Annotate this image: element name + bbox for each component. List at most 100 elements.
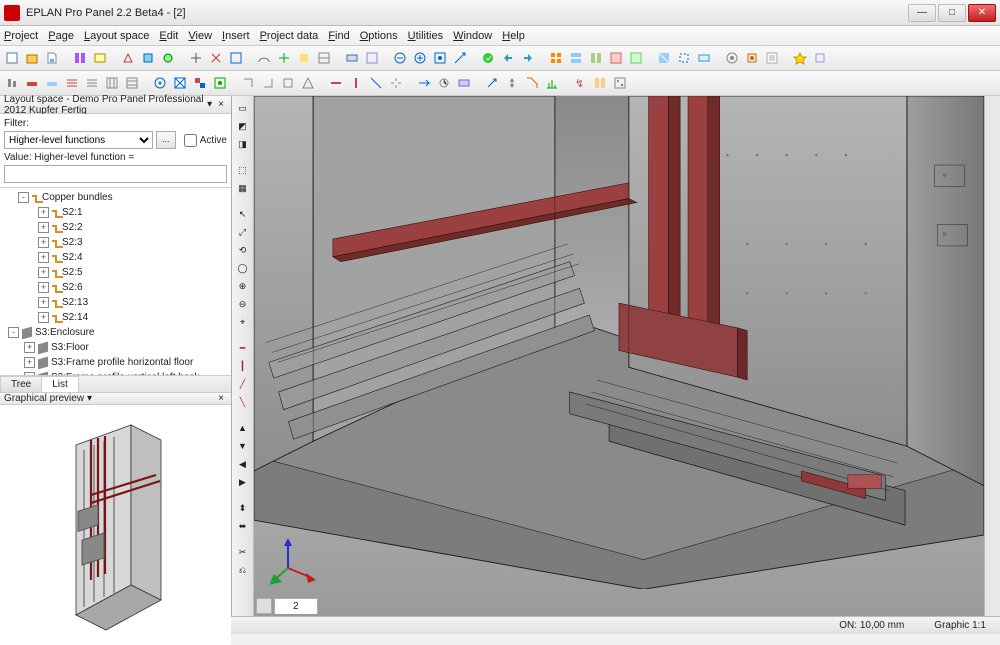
toolbar-button[interactable]: [743, 49, 761, 67]
toolbar-button[interactable]: [295, 49, 313, 67]
toolbar-button[interactable]: [543, 74, 561, 92]
expand-icon[interactable]: +: [38, 252, 49, 263]
expand-icon[interactable]: +: [38, 282, 49, 293]
toolbar-button[interactable]: [3, 74, 21, 92]
expand-icon[interactable]: -: [8, 327, 19, 338]
toolbar-button[interactable]: [91, 49, 109, 67]
tree-node[interactable]: + S2:1: [0, 205, 231, 220]
filter-browse-button[interactable]: ...: [156, 131, 176, 149]
toolbar-button[interactable]: [255, 49, 273, 67]
toolbar-button[interactable]: [83, 74, 101, 92]
toolbar-button[interactable]: [187, 49, 205, 67]
tree-node[interactable]: + S2:4: [0, 250, 231, 265]
toolbar-button[interactable]: [171, 74, 189, 92]
view-tool-button[interactable]: ▭: [235, 100, 251, 116]
toolbar-button[interactable]: [191, 74, 209, 92]
toolbar-button[interactable]: [567, 49, 585, 67]
toolbar-button[interactable]: [151, 74, 169, 92]
toolbar-button[interactable]: [367, 74, 385, 92]
toolbar-button[interactable]: [455, 74, 473, 92]
tree-node[interactable]: +S3:Frame profile horizontal floor: [0, 355, 231, 370]
doc-icon[interactable]: [256, 598, 272, 614]
toolbar-button[interactable]: [3, 49, 21, 67]
expand-icon[interactable]: +: [24, 342, 35, 353]
toolbar-button[interactable]: [387, 74, 405, 92]
toolbar-button[interactable]: [627, 49, 645, 67]
menu-project[interactable]: Project: [4, 30, 38, 42]
toolbar-button[interactable]: [123, 74, 141, 92]
toolbar-button[interactable]: [23, 74, 41, 92]
value-input[interactable]: [4, 165, 227, 183]
toolbar-button[interactable]: ↯: [571, 74, 589, 92]
toolbar-button[interactable]: [207, 49, 225, 67]
tree-node[interactable]: + S2:2: [0, 220, 231, 235]
toolbar-button[interactable]: [139, 49, 157, 67]
expand-icon[interactable]: +: [38, 222, 49, 233]
toolbar-button[interactable]: [119, 49, 137, 67]
view-tool-button[interactable]: ━: [235, 340, 251, 356]
view-tool-button[interactable]: ⟲: [235, 242, 251, 258]
view-tool-button[interactable]: ⤢: [235, 224, 251, 240]
toolbar-button[interactable]: [43, 49, 61, 67]
menu-window[interactable]: Window: [453, 30, 492, 42]
toolbar-button[interactable]: [415, 74, 433, 92]
toolbar-button[interactable]: [211, 74, 229, 92]
close-panel-icon[interactable]: ×: [215, 393, 227, 404]
expand-icon[interactable]: -: [18, 192, 29, 203]
view-tool-button[interactable]: ◀: [235, 456, 251, 472]
toolbar-button[interactable]: [347, 74, 365, 92]
toolbar-button[interactable]: [391, 49, 409, 67]
toolbar-button[interactable]: [227, 49, 245, 67]
menu-help[interactable]: Help: [502, 30, 525, 42]
view-tool-button[interactable]: ╲: [235, 394, 251, 410]
view-tool-button[interactable]: ◩: [235, 118, 251, 134]
toolbar-button[interactable]: [791, 49, 809, 67]
toolbar-button[interactable]: [587, 49, 605, 67]
toolbar-button[interactable]: [451, 49, 469, 67]
view-tool-button[interactable]: ↖: [235, 206, 251, 222]
toolbar-button[interactable]: [63, 74, 81, 92]
vertical-scrollbar[interactable]: [984, 96, 1000, 616]
toolbar-button[interactable]: [723, 49, 741, 67]
pin-icon[interactable]: ▾: [204, 99, 215, 110]
toolbar-button[interactable]: [479, 49, 497, 67]
tree-view[interactable]: - Copper bundles+ S2:1+ S2:2+ S2:3+ S2:4…: [0, 188, 231, 376]
toolbar-button[interactable]: [435, 74, 453, 92]
expand-icon[interactable]: +: [38, 237, 49, 248]
view-tool-button[interactable]: ⬌: [235, 518, 251, 534]
toolbar-button[interactable]: [315, 49, 333, 67]
menu-find[interactable]: Find: [328, 30, 349, 42]
toolbar-button[interactable]: [811, 49, 829, 67]
toolbar-button[interactable]: [239, 74, 257, 92]
expand-icon[interactable]: +: [38, 297, 49, 308]
view-tool-button[interactable]: ▶: [235, 474, 251, 490]
toolbar-button[interactable]: [259, 74, 277, 92]
menu-options[interactable]: Options: [360, 30, 398, 42]
toolbar-button[interactable]: [655, 49, 673, 67]
toolbar-button[interactable]: [519, 49, 537, 67]
toolbar-button[interactable]: [547, 49, 565, 67]
view-tool-button[interactable]: ✂: [235, 544, 251, 560]
toolbar-button[interactable]: [675, 49, 693, 67]
toolbar-button[interactable]: [43, 74, 61, 92]
toolbar-button[interactable]: [411, 49, 429, 67]
toolbar-button[interactable]: [343, 49, 361, 67]
tree-node[interactable]: + S2:14: [0, 310, 231, 325]
menu-insert[interactable]: Insert: [222, 30, 250, 42]
pin-icon[interactable]: ▾: [84, 393, 95, 404]
toolbar-button[interactable]: [275, 49, 293, 67]
toolbar-button[interactable]: [103, 74, 121, 92]
view-tool-button[interactable]: ╱: [235, 376, 251, 392]
toolbar-button[interactable]: [299, 74, 317, 92]
view-tool-button[interactable]: ⎌: [235, 562, 251, 578]
view-tool-button[interactable]: ◯: [235, 260, 251, 276]
toolbar-button[interactable]: [503, 74, 521, 92]
view-tool-button[interactable]: ⊕: [235, 278, 251, 294]
toolbar-button[interactable]: [71, 49, 89, 67]
menu-view[interactable]: View: [188, 30, 212, 42]
expand-icon[interactable]: +: [38, 267, 49, 278]
minimize-button[interactable]: —: [908, 4, 936, 22]
menu-project-data[interactable]: Project data: [260, 30, 319, 42]
3d-viewport[interactable]: ▭◩◨⬚▦↖⤢⟲◯⊕⊖⌖━┃╱╲▲▼◀▶⬍⬌✂⎌: [232, 96, 1000, 616]
close-button[interactable]: ✕: [968, 4, 996, 22]
